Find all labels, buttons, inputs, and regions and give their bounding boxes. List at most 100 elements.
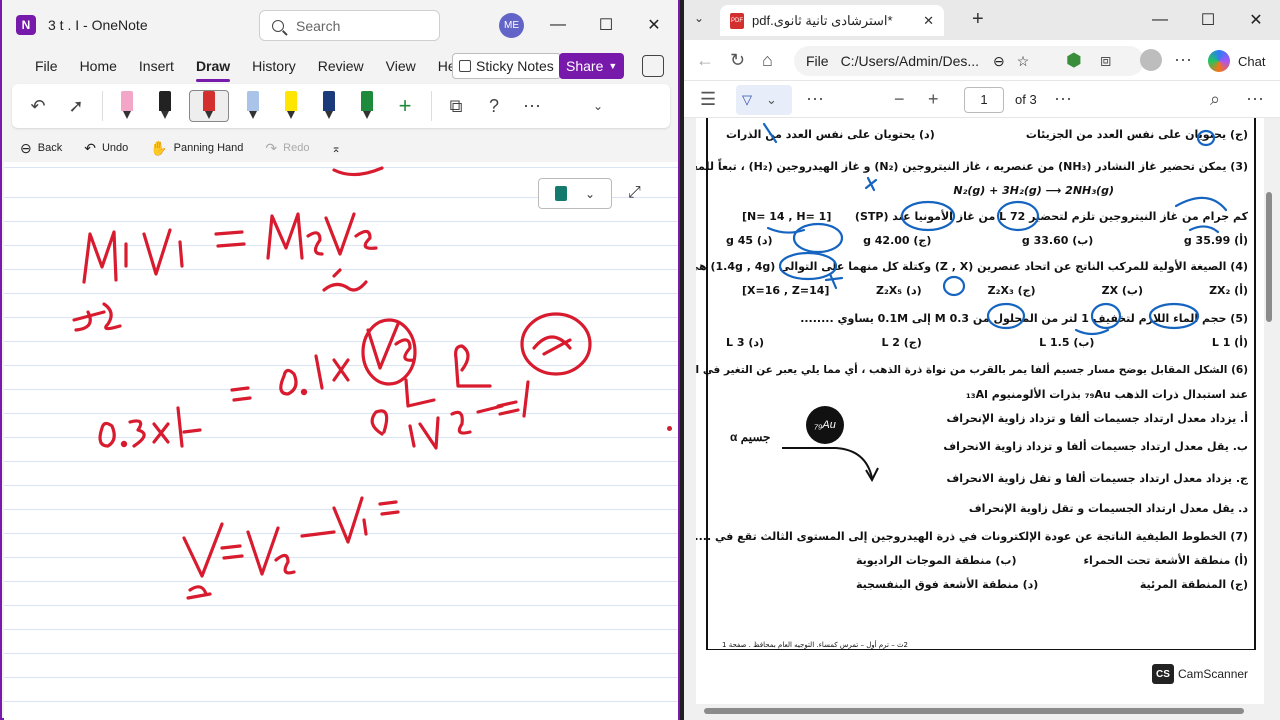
pdf-viewer[interactable]: (ج) يحتويان على نفس العدد من الجزيئات (د… <box>684 118 1280 720</box>
share-button[interactable]: Share ▼ <box>559 53 625 79</box>
panning-hand-button[interactable]: ✋ Panning Hand <box>150 140 243 157</box>
note-canvas[interactable] <box>4 162 678 720</box>
draw-tool-button[interactable]: ▽ ⌄ <box>736 85 792 115</box>
pen-red-icon[interactable] <box>189 90 229 122</box>
onenote-window-controls: — ☐ ✕ <box>534 0 678 50</box>
lasso-undo-icon[interactable]: ↶ <box>24 90 52 122</box>
more-view-icon[interactable]: ⋯ <box>1054 89 1072 110</box>
horizontal-scrollbar[interactable] <box>704 708 1244 714</box>
tab-view[interactable]: View <box>375 58 427 74</box>
undo-icon: ↶ <box>84 139 96 156</box>
undo-button[interactable]: ↶ Undo <box>84 140 128 157</box>
draw-icon: ▽ <box>742 92 752 107</box>
maximize-button[interactable]: ☐ <box>1184 0 1232 40</box>
file-label: File <box>806 53 829 69</box>
chat-label: Chat <box>1238 53 1266 69</box>
minimize-button[interactable]: — <box>534 0 582 50</box>
search-icon <box>272 19 284 32</box>
hand-icon: ✋ <box>150 139 168 156</box>
pdf-tab[interactable]: PDF *استرشادى تانية ثانوى.pdf ✕ <box>720 5 944 36</box>
tab-insert[interactable]: Insert <box>128 58 185 74</box>
redo-button[interactable]: ↷ Redo <box>265 140 309 157</box>
pdf-page: (ج) يحتويان على نفس العدد من الجزيئات (د… <box>696 118 1264 704</box>
copilot-icon <box>1208 50 1230 72</box>
back-button[interactable]: ⊖ Back <box>20 140 62 157</box>
address-text: C:/Users/Admin/Des... <box>840 53 980 69</box>
back-arrow-icon: ⊖ <box>20 139 32 156</box>
refresh-icon[interactable]: ↻ <box>730 50 745 71</box>
profile-avatar[interactable] <box>1140 49 1162 71</box>
edge-window-controls: — ☐ ✕ <box>1136 0 1280 40</box>
close-tab-icon[interactable]: ✕ <box>923 13 934 29</box>
highlighter-pink-icon[interactable] <box>113 90 141 122</box>
new-tab-icon[interactable]: + <box>972 8 984 31</box>
highlighter-yellow-icon[interactable] <box>277 90 305 122</box>
tab-list-icon[interactable]: ⌄ <box>694 11 704 25</box>
add-pen-icon[interactable]: + <box>391 90 419 122</box>
ink-to-shape-icon[interactable]: ⧉ <box>442 90 470 122</box>
panning-label: Panning Hand <box>173 142 244 154</box>
zoom-icon[interactable]: ⊖ <box>993 53 1005 70</box>
search-placeholder: Search <box>296 17 341 34</box>
extension-shield-icon[interactable]: ⬢ <box>1066 50 1082 71</box>
back-arrow-icon[interactable]: ← <box>696 50 714 71</box>
zoom-out-icon[interactable]: − <box>894 89 905 110</box>
notebook-icon <box>554 186 567 201</box>
contents-icon[interactable]: ☰ <box>700 89 716 110</box>
onenote-window: N 3 t . I - OneNote Search ME — ☐ ✕ File… <box>0 0 680 720</box>
onenote-menu-bar: File Home Insert Draw History Review Vie… <box>2 50 678 82</box>
minimize-button[interactable]: — <box>1136 0 1184 40</box>
pen-navy-icon[interactable] <box>315 90 343 122</box>
customize-qa-icon[interactable]: ⌅ <box>331 142 340 155</box>
pen-green-icon[interactable] <box>353 90 381 122</box>
onenote-search-input[interactable]: Search <box>259 10 440 41</box>
pen-black-icon[interactable] <box>151 90 179 122</box>
maximize-button[interactable]: ☐ <box>582 0 630 50</box>
tab-file[interactable]: File <box>24 58 69 74</box>
more-tools-icon[interactable]: ⋯ <box>806 89 824 110</box>
more-options-icon[interactable]: ⋯ <box>1174 50 1192 71</box>
settings-more-icon[interactable]: ⋯ <box>1246 89 1264 110</box>
quick-access-bar: ⊖ Back ↶ Undo ✋ Panning Hand ↷ Redo ⌅ <box>2 134 678 162</box>
notebook-picker-button[interactable]: ⌄ <box>538 178 612 209</box>
handwritten-ink <box>72 166 592 600</box>
onenote-logo-icon: N <box>16 15 36 35</box>
undo-label: Undo <box>101 142 129 154</box>
tab-home[interactable]: Home <box>69 58 128 74</box>
help-icon[interactable]: ? <box>480 90 508 122</box>
tab-draw[interactable]: Draw <box>185 58 241 82</box>
tab-review[interactable]: Review <box>307 58 375 74</box>
extensions-puzzle-icon[interactable]: ⧈ <box>1100 50 1111 71</box>
sticky-note-icon <box>459 60 471 72</box>
onenote-doc-title: 3 t . I - OneNote <box>48 17 148 33</box>
pdf-annotation-ink <box>762 122 1228 336</box>
zoom-in-icon[interactable]: + <box>928 89 939 110</box>
expand-icon[interactable]: ⤢ <box>628 184 641 202</box>
address-bar[interactable]: File C:/Users/Admin/Des... ⊖ ☆ <box>794 46 1144 76</box>
scroll-thumb[interactable] <box>1266 192 1272 322</box>
sticky-notes-label: Sticky Notes <box>476 58 554 74</box>
edge-window: ⌄ PDF *استرشادى تانية ثانوى.pdf ✕ + — ☐ … <box>684 0 1280 720</box>
sticky-notes-button[interactable]: Sticky Notes <box>452 53 561 79</box>
avatar[interactable]: ME <box>499 13 524 38</box>
search-icon[interactable]: ⌕ <box>1210 89 1220 110</box>
pen-lightblue-icon[interactable] <box>239 90 267 122</box>
select-pointer-icon[interactable]: ➚ <box>62 90 90 122</box>
draw-ribbon: ↶ ➚ + ⧉ ? ⋯ ⌄ <box>12 84 670 128</box>
vertical-scrollbar[interactable] <box>1266 120 1272 700</box>
feedback-icon[interactable] <box>642 55 664 77</box>
more-options-icon[interactable]: ⋯ <box>518 90 546 122</box>
collapse-ribbon-icon[interactable]: ⌄ <box>584 90 612 122</box>
close-button[interactable]: ✕ <box>630 0 678 50</box>
home-icon[interactable]: ⌂ <box>762 50 773 71</box>
chevron-down-icon: ⌄ <box>766 92 777 107</box>
favorite-star-icon[interactable]: ☆ <box>1017 53 1030 70</box>
redo-label: Redo <box>283 142 310 154</box>
close-button[interactable]: ✕ <box>1232 0 1280 40</box>
share-label: Share <box>566 58 604 74</box>
page-count: of 3 <box>1015 92 1037 107</box>
copilot-chat-button[interactable]: Chat <box>1208 47 1265 75</box>
tab-history[interactable]: History <box>241 58 307 74</box>
redo-icon: ↷ <box>265 139 278 156</box>
page-number-input[interactable]: 1 <box>964 87 1004 113</box>
